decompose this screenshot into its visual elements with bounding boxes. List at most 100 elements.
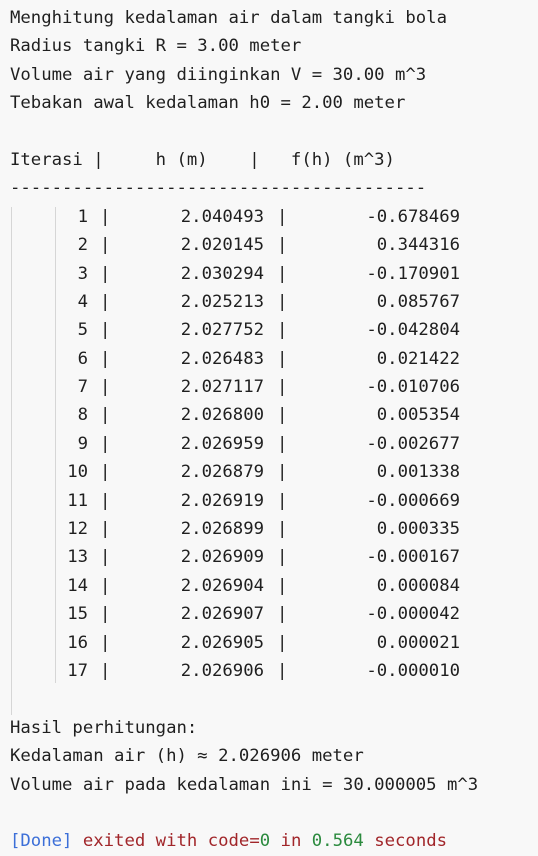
table-row: 10 | 2.026879 | 0.001338	[10, 458, 535, 486]
done-exited-text: exited with	[72, 831, 208, 852]
table-row: 17 | 2.026906 | -0.000010	[10, 657, 535, 685]
function-value: -0.170901	[366, 263, 460, 284]
table-row: 15 | 2.026907 | -0.000042	[10, 600, 535, 628]
table-row: 6 | 2.026483 | 0.021422	[10, 345, 535, 373]
table-divider: ----------------------------------------	[10, 178, 427, 199]
column-separator: |	[100, 263, 111, 284]
depth-value: 2.027117	[180, 377, 264, 398]
column-separator: |	[100, 405, 111, 426]
iteration-number: 3	[77, 263, 88, 284]
iteration-number: 4	[77, 291, 88, 312]
iteration-number: 7	[77, 377, 88, 398]
column-separator: |	[277, 235, 288, 256]
column-separator: |	[277, 575, 288, 596]
iteration-number: 9	[77, 433, 88, 454]
function-value: -0.000042	[366, 604, 460, 625]
column-separator: |	[100, 604, 111, 625]
column-separator: |	[100, 462, 111, 483]
depth-value: 2.026899	[180, 519, 264, 540]
depth-value: 2.025213	[180, 291, 264, 312]
iteration-number: 1	[77, 206, 88, 227]
result-volume: Volume air pada kedalaman ini = 30.00000…	[10, 774, 479, 795]
function-value: -0.002677	[366, 433, 460, 454]
depth-value: 2.040493	[180, 206, 264, 227]
iteration-number: 6	[77, 348, 88, 369]
depth-value: 2.027752	[180, 320, 264, 341]
column-separator: |	[277, 433, 288, 454]
column-separator: |	[100, 632, 111, 653]
column-separator: |	[277, 462, 288, 483]
depth-value: 2.026904	[180, 575, 264, 596]
intro-initial-guess: Tebakan awal kedalaman h0 = 2.00 meter	[10, 93, 406, 114]
table-row: 13 | 2.026909 | -0.000167	[10, 543, 535, 571]
column-separator: |	[277, 604, 288, 625]
table-row: 1 | 2.040493 | -0.678469	[10, 203, 535, 231]
function-value: -0.010706	[366, 377, 460, 398]
column-separator: |	[277, 263, 288, 284]
table-row: 14 | 2.026904 | 0.000084	[10, 572, 535, 600]
function-value: 0.001338	[376, 462, 460, 483]
column-separator: |	[277, 291, 288, 312]
iteration-number: 14	[67, 575, 88, 596]
column-separator: |	[100, 660, 111, 681]
function-value: 0.000021	[376, 632, 460, 653]
iteration-number: 11	[67, 490, 88, 511]
intro-title: Menghitung kedalaman air dalam tangki bo…	[10, 8, 447, 28]
column-separator: |	[277, 632, 288, 653]
column-separator: |	[277, 519, 288, 540]
intro-volume: Volume air yang diinginkan V = 30.00 m^3	[10, 64, 427, 85]
column-separator: |	[100, 235, 111, 256]
table-row: 12 | 2.026899 | 0.000335	[10, 515, 535, 543]
result-title: Hasil perhitungan:	[10, 717, 198, 738]
column-separator: |	[100, 547, 111, 568]
table-row: 2 | 2.020145 | 0.344316	[10, 231, 535, 259]
depth-value: 2.026919	[180, 490, 264, 511]
depth-value: 2.026909	[180, 547, 264, 568]
column-separator: |	[100, 377, 111, 398]
table-row: 5 | 2.027752 | -0.042804	[10, 316, 535, 344]
function-value: 0.085767	[376, 291, 460, 312]
function-value: -0.000167	[366, 547, 460, 568]
intro-radius: Radius tangki R = 3.00 meter	[10, 36, 302, 57]
iteration-number: 16	[67, 632, 88, 653]
column-separator: |	[277, 490, 288, 511]
result-depth: Kedalaman air (h) ≈ 2.026906 meter	[10, 746, 364, 767]
column-separator: |	[100, 575, 111, 596]
function-value: 0.021422	[376, 348, 460, 369]
iteration-number: 8	[77, 405, 88, 426]
column-separator: |	[100, 291, 111, 312]
depth-value: 2.030294	[180, 263, 264, 284]
table-row: 9 | 2.026959 | -0.002677	[10, 430, 535, 458]
column-separator: |	[100, 519, 111, 540]
function-value: 0.005354	[376, 405, 460, 426]
iteration-number: 12	[67, 519, 88, 540]
function-value: -0.678469	[366, 206, 460, 227]
depth-value: 2.026907	[180, 604, 264, 625]
iteration-number: 5	[77, 320, 88, 341]
depth-value: 2.026959	[180, 433, 264, 454]
table-row: 11 | 2.026919 | -0.000669	[10, 487, 535, 515]
depth-value: 2.026906	[180, 660, 264, 681]
function-value: 0.000084	[376, 575, 460, 596]
column-separator: |	[277, 320, 288, 341]
table-row: 7 | 2.027117 | -0.010706	[10, 373, 535, 401]
table-header: Iterasi | h (m) | f(h) (m^3)	[10, 149, 395, 170]
function-value: 0.344316	[376, 235, 460, 256]
column-separator: |	[277, 405, 288, 426]
output-terminal: Menghitung kedalaman air dalam tangki bo…	[10, 4, 535, 856]
table-row: 16 | 2.026905 | 0.000021	[10, 629, 535, 657]
depth-value: 2.020145	[180, 235, 264, 256]
column-separator: |	[100, 433, 111, 454]
column-separator: |	[100, 320, 111, 341]
iteration-number: 10	[67, 462, 88, 483]
done-time-value: 0.564	[311, 831, 364, 852]
done-code-value: 0	[259, 831, 271, 852]
done-status: [Done] exited with code=0 in 0.564 secon…	[10, 827, 535, 855]
column-separator: |	[277, 547, 288, 568]
iteration-number: 15	[67, 604, 88, 625]
iteration-number: 2	[77, 235, 88, 256]
table-row: 4 | 2.025213 | 0.085767	[10, 288, 535, 316]
